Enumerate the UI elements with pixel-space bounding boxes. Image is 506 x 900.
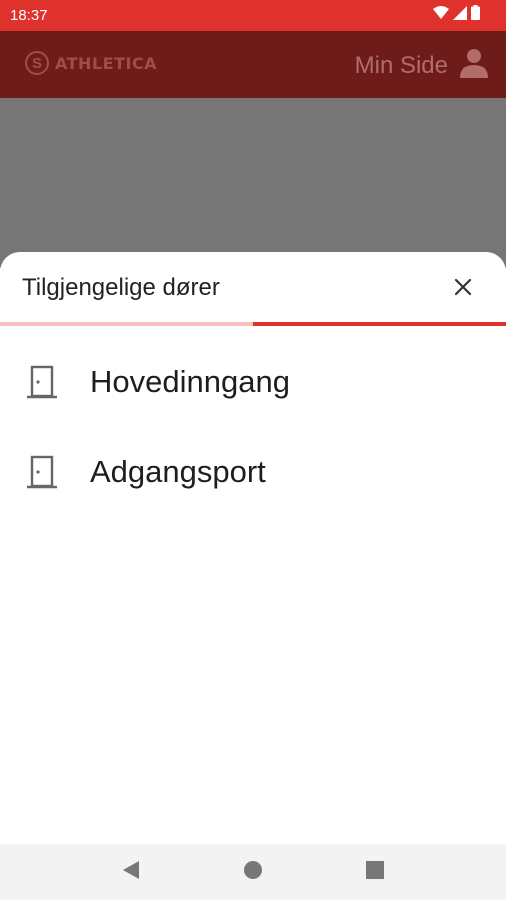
- home-icon: [243, 860, 263, 885]
- door-label: Hovedinngang: [90, 364, 290, 399]
- door-label: Adgangsport: [90, 454, 266, 489]
- doors-bottom-sheet: Tilgjengelige dører Hovedinngang Adgangs…: [0, 252, 506, 844]
- battery-icon: [471, 5, 480, 25]
- door-item-hovedinngang[interactable]: Hovedinngang: [0, 337, 506, 427]
- signal-icon: [453, 5, 467, 25]
- door-icon: [24, 364, 60, 400]
- scrim-overlay[interactable]: [0, 98, 506, 268]
- min-side-button[interactable]: Min Side: [355, 48, 488, 83]
- loading-progress-bar: [0, 322, 506, 326]
- sheet-title: Tilgjengelige dører: [22, 274, 220, 301]
- close-icon: [454, 278, 472, 301]
- progress-fill: [253, 322, 506, 326]
- door-icon: [24, 454, 60, 490]
- app-bar: S ATHLETICA Min Side: [0, 31, 506, 98]
- door-item-adgangsport[interactable]: Adgangsport: [0, 427, 506, 517]
- brand-mark-icon: S: [25, 51, 49, 75]
- brand-name: ATHLETICA: [55, 53, 158, 73]
- close-button[interactable]: [450, 276, 476, 302]
- status-icons: [433, 5, 480, 25]
- home-button[interactable]: [238, 857, 268, 887]
- recents-button[interactable]: [360, 857, 390, 887]
- min-side-label: Min Side: [354, 51, 448, 79]
- wifi-icon: [433, 5, 449, 25]
- brand-logo[interactable]: S ATHLETICA: [25, 51, 157, 75]
- back-icon: [122, 860, 140, 885]
- status-bar: 18:37: [0, 0, 506, 31]
- status-time: 18:37: [10, 7, 48, 24]
- person-icon: [460, 48, 488, 83]
- recents-icon: [366, 860, 384, 884]
- system-nav-bar: [0, 844, 506, 900]
- back-button[interactable]: [116, 857, 146, 887]
- door-list: Hovedinngang Adgangsport: [0, 337, 506, 517]
